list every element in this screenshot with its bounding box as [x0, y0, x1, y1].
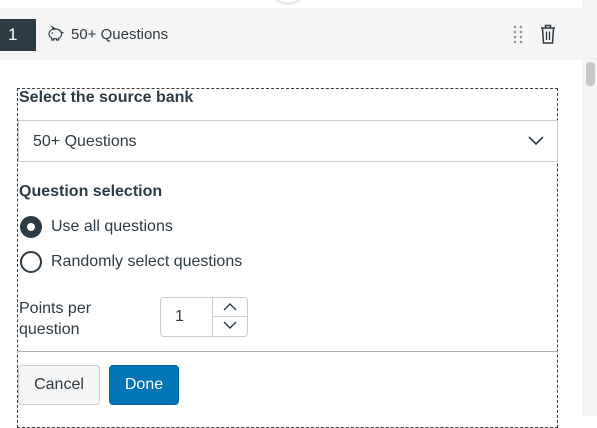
- stepper-divider: [212, 298, 213, 336]
- drag-handle-icon[interactable]: [512, 24, 524, 44]
- points-per-question-label: Points per question: [19, 300, 92, 338]
- source-bank-selected-value[interactable]: 50+ Questions: [33, 133, 137, 151]
- group-title: 50+ Questions: [71, 26, 169, 43]
- source-bank-label: Select the source bank: [19, 89, 194, 106]
- cancel-button[interactable]: Cancel: [18, 365, 100, 405]
- radio-random-select[interactable]: [20, 251, 42, 273]
- radio-use-all[interactable]: [20, 216, 42, 238]
- question-selection-label: Question selection: [19, 183, 163, 200]
- radio-random-select-label[interactable]: Randomly select questions: [51, 253, 242, 271]
- points-value[interactable]: 1: [175, 308, 184, 326]
- radio-use-all-label[interactable]: Use all questions: [51, 218, 173, 236]
- group-number-badge: 1: [0, 19, 36, 51]
- chevron-down-icon[interactable]: [527, 134, 545, 146]
- piggy-bank-icon: [48, 25, 64, 41]
- footer-divider: [17, 351, 558, 352]
- increment-arrow-icon[interactable]: [221, 302, 239, 312]
- trash-icon[interactable]: [538, 23, 558, 45]
- stepper-middle-divider: [213, 316, 247, 317]
- decrement-arrow-icon[interactable]: [221, 320, 239, 330]
- top-arc-decoration: [268, 0, 308, 5]
- scrollbar-thumb[interactable]: [586, 62, 595, 86]
- done-button[interactable]: Done: [109, 365, 179, 405]
